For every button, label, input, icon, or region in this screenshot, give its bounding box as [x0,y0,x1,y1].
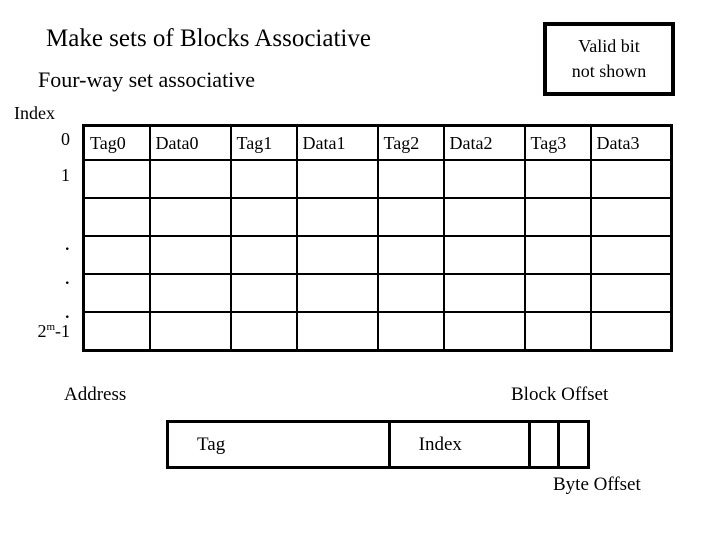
table-cell [376,273,445,313]
address-field-tag: Tag [166,420,391,469]
row-label-ellipsis-2: . [64,264,71,289]
table-cell [523,235,592,275]
table-cell [229,311,298,352]
row-label-ellipsis-1: . [64,230,71,255]
table-cell [376,197,445,237]
table-cell [295,273,379,313]
valid-bit-note-line-2: not shown [571,61,647,81]
table-cell [82,273,151,313]
row-label-last: 2m-1 [37,321,70,341]
table-cell [376,311,445,352]
table-cell [148,235,232,275]
table-cell [82,197,151,237]
table-cell [442,197,526,237]
table-cell [442,311,526,352]
byte-offset-label: Byte Offset [553,474,641,495]
table-header-cell-data0: Data0 [148,124,232,161]
table-header-cell-tag2: Tag2 [376,124,445,161]
valid-bit-note-line-1: Valid bit [578,36,640,56]
table-cell [295,197,379,237]
row-label-ellipsis-3: . [64,298,71,323]
page-subtitle: Four-way set associative [38,67,256,92]
row-label-last-suffix: -1 [55,321,70,341]
table-cell [442,235,526,275]
table-cell [148,159,232,199]
table-cell [295,235,379,275]
table-cell [376,235,445,275]
table-cell [589,311,673,352]
table-cell [295,159,379,199]
address-breakdown-bar: Tag Index [166,420,590,469]
address-bar-row: Tag Index [166,420,590,469]
table-cell [523,311,592,352]
table-cell [523,273,592,313]
table-header-cell-tag0: Tag0 [82,124,151,161]
table-cell [148,197,232,237]
table-cell [229,159,298,199]
table-header-row: Tag0 Data0 Tag1 Data1 Tag2 Data2 Tag3 Da… [82,124,673,161]
row-label-1: 1 [61,165,70,185]
table-cell [82,159,151,199]
table-cell [229,235,298,275]
address-field-block-offset [527,420,561,469]
table-cell [589,197,673,237]
table-cell [82,311,151,352]
table-row [82,273,673,313]
table-header-cell-tag1: Tag1 [229,124,298,161]
table-cell [589,235,673,275]
row-label-0: 0 [61,129,70,149]
table-cell [148,311,232,352]
block-offset-label: Block Offset [511,384,609,405]
page-title: Make sets of Blocks Associative [46,25,371,52]
index-column-label: Index [14,103,55,123]
table-row [82,197,673,237]
valid-bit-note-box: Valid bit not shown [543,22,675,96]
table-cell [442,159,526,199]
table-cell [295,311,379,352]
address-field-byte-offset [557,420,590,469]
table-cell [376,159,445,199]
table-cell [442,273,526,313]
table-cell [523,159,592,199]
table-header-cell-data1: Data1 [295,124,379,161]
address-field-index: Index [387,420,532,469]
table-row [82,235,673,275]
table-cell [229,273,298,313]
table-row [82,159,673,199]
table-cell [589,159,673,199]
table-cell [589,273,673,313]
address-label: Address [64,384,127,405]
table-cell [82,235,151,275]
table-header-cell-tag3: Tag3 [523,124,592,161]
row-label-last-exponent: m [46,321,55,333]
table-cell [523,197,592,237]
row-label-column: 0 1 . . . 2m-1 [0,124,78,348]
table-cell [229,197,298,237]
cache-table: Tag0 Data0 Tag1 Data1 Tag2 Data2 Tag3 Da… [82,124,673,352]
table-cell [148,273,232,313]
table-row [82,311,673,352]
table-header-cell-data2: Data2 [442,124,526,161]
table-header-cell-data3: Data3 [589,124,673,161]
